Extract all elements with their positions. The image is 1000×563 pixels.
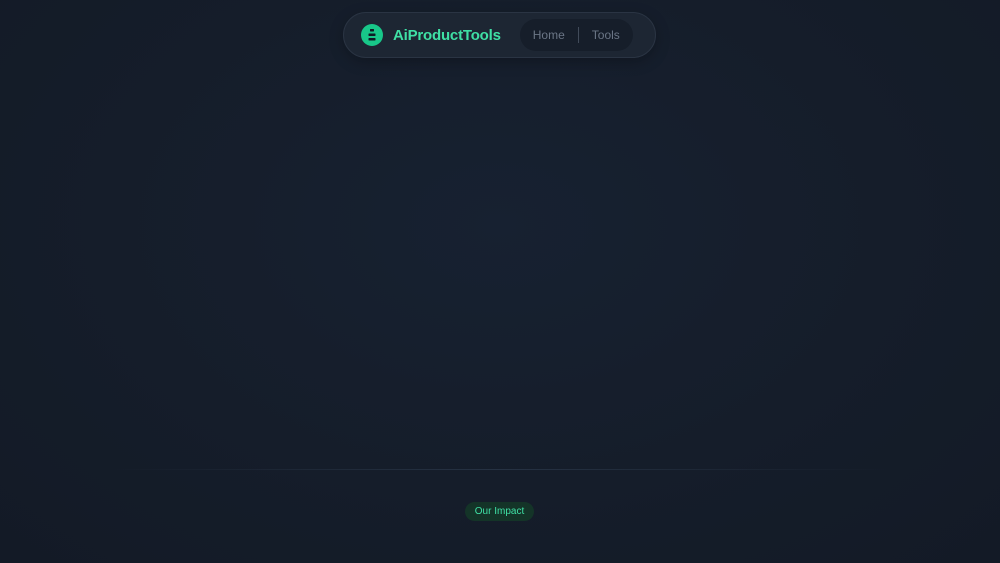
page: AiProductTools Home Tools Our Impact xyxy=(0,0,1000,563)
section-divider xyxy=(110,469,890,470)
brand-name: AiProductTools xyxy=(393,26,501,44)
nav-link-tools[interactable]: Tools xyxy=(592,28,620,42)
impact-badge: Our Impact xyxy=(465,502,534,521)
nav-separator xyxy=(577,27,579,43)
logo-icon xyxy=(361,24,383,46)
brand-link[interactable]: AiProductTools xyxy=(361,24,501,46)
nav-link-home[interactable]: Home xyxy=(533,28,565,42)
nav-links: Home Tools xyxy=(519,19,633,51)
top-navbar: AiProductTools Home Tools xyxy=(343,12,656,58)
